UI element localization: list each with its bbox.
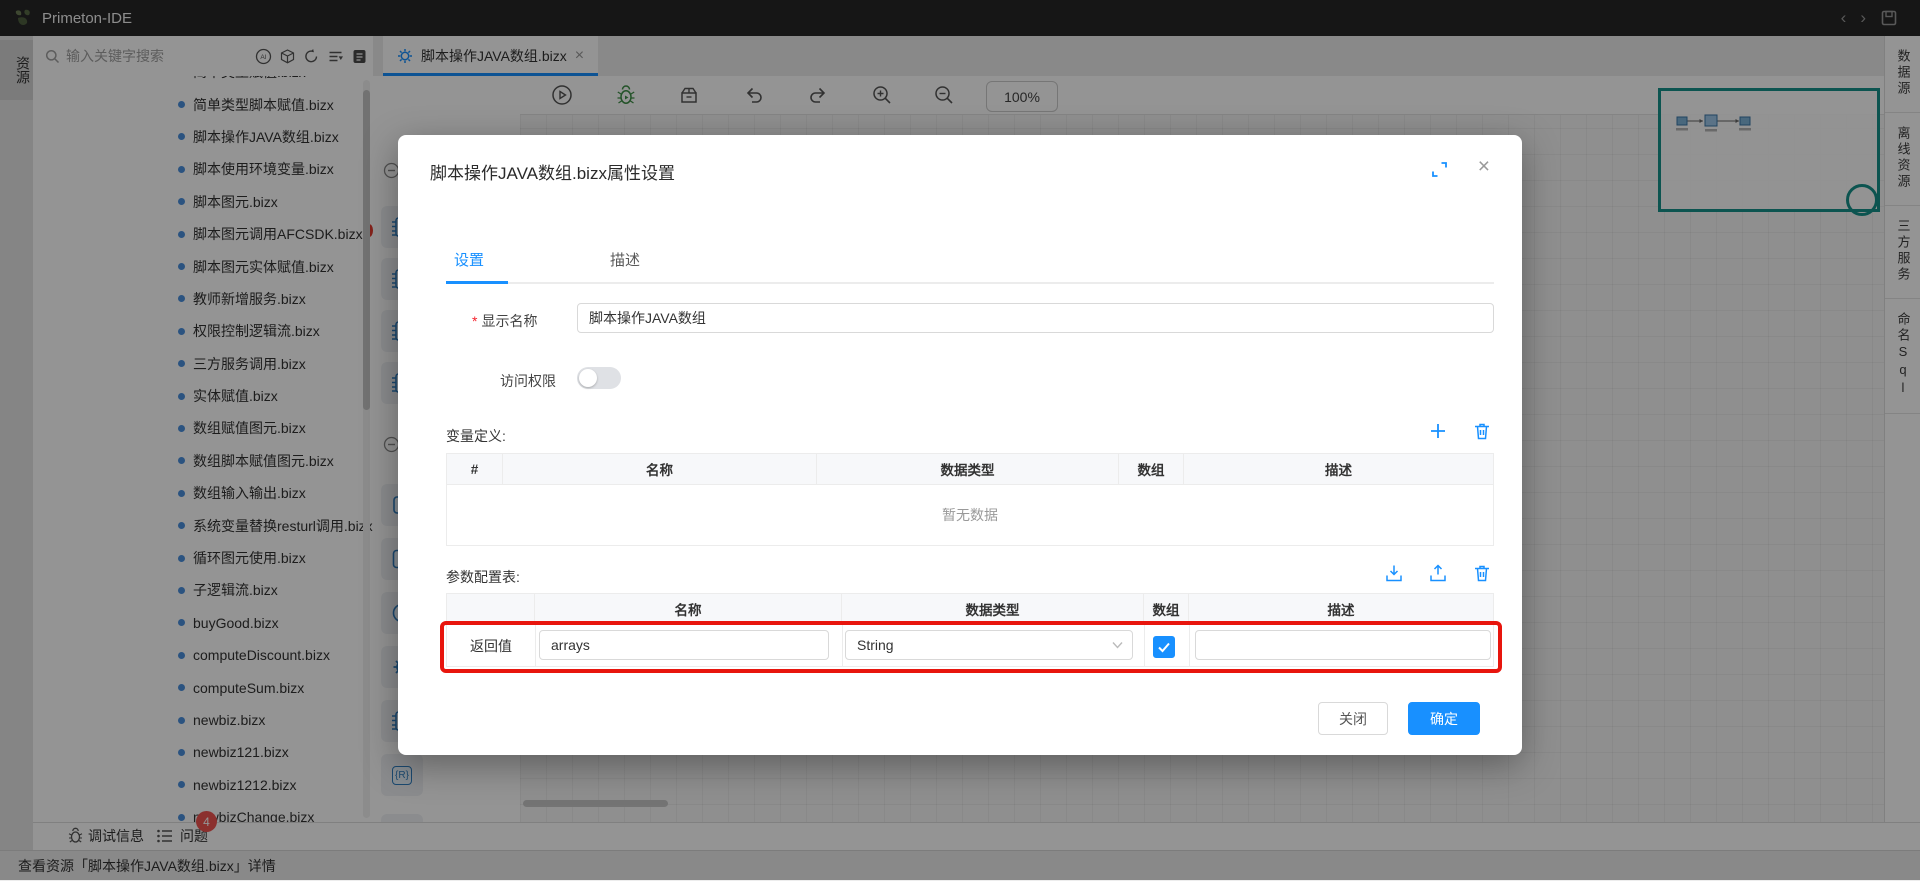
close-button[interactable]: 关闭 [1318,702,1388,735]
active-dialog-tab-underline [446,281,508,284]
fullscreen-icon[interactable] [1431,161,1448,178]
import-params-icon[interactable] [1384,563,1404,583]
param-row: 返回值 String [446,625,1494,667]
toggle-knob [579,369,597,387]
param-name-input[interactable] [539,630,829,660]
dialog-tab-description[interactable]: 描述 [610,249,640,270]
close-dialog-icon[interactable]: × [1478,155,1490,179]
array-checkbox[interactable] [1153,636,1175,658]
variables-empty-state: 暂无数据 [446,485,1494,546]
column-header: # [447,454,503,484]
delete-param-icon[interactable] [1472,563,1492,583]
display-name-input[interactable] [577,303,1494,333]
column-header: 描述 [1189,594,1493,624]
check-icon [1154,637,1174,657]
tab-divider [446,282,1494,284]
variables-section-title: 变量定义: [446,426,506,446]
param-kind-label: 返回值 [447,625,535,666]
param-description-input[interactable] [1195,630,1491,660]
export-params-icon[interactable] [1428,563,1448,583]
required-mark: * [472,313,477,329]
column-header: 名称 [535,594,842,624]
column-header: 数组 [1144,594,1189,624]
access-label: 访问权限 [500,371,556,391]
column-header: 数据类型 [842,594,1144,624]
params-table-header: 名称数据类型数组描述 [446,593,1494,625]
add-variable-icon[interactable] [1428,421,1448,441]
column-header: 描述 [1184,454,1493,484]
dialog-tab-settings[interactable]: 设置 [454,249,484,270]
ok-button[interactable]: 确定 [1408,702,1480,735]
dialog-title: 脚本操作JAVA数组.bizx属性设置 [430,159,675,184]
properties-dialog: 脚本操作JAVA数组.bizx属性设置 × 设置 描述 *显示名称 访问权限 变… [398,135,1522,755]
column-header: 数据类型 [817,454,1119,484]
display-name-label: *显示名称 [472,311,537,331]
column-header [447,594,535,624]
params-section-title: 参数配置表: [446,567,520,587]
chevron-down-icon [1112,641,1123,649]
param-type-select[interactable]: String [845,630,1133,660]
variables-table-header: #名称数据类型数组描述 [446,453,1494,485]
variables-table: #名称数据类型数组描述 暂无数据 [446,453,1494,546]
column-header: 名称 [503,454,817,484]
access-toggle[interactable] [577,367,621,389]
delete-variable-icon[interactable] [1472,421,1492,441]
params-table: 名称数据类型数组描述 返回值 String [446,593,1494,667]
param-type-value: String [857,637,894,653]
column-header: 数组 [1119,454,1184,484]
